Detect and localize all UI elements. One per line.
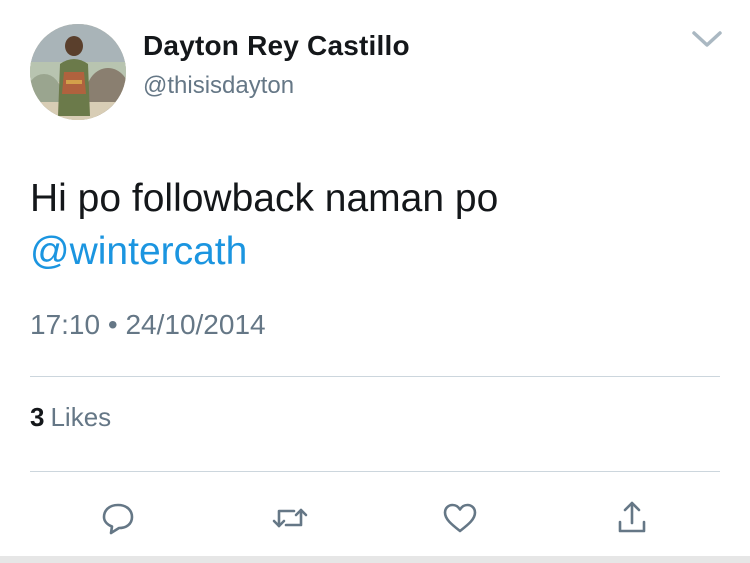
tweet-body: Hi po followback naman po: [30, 177, 499, 220]
reply-icon[interactable]: [98, 498, 138, 538]
timestamp-separator: •: [107, 309, 118, 340]
share-icon[interactable]: [612, 498, 652, 538]
author-handle[interactable]: @thisisdayton: [143, 72, 294, 100]
retweet-icon[interactable]: [270, 498, 310, 538]
tweet-time: 17:10: [30, 309, 101, 340]
avatar[interactable]: [30, 24, 126, 120]
author-name[interactable]: Dayton Rey Castillo: [143, 30, 410, 62]
chevron-down-icon[interactable]: [690, 26, 724, 52]
mention-link[interactable]: @wintercath: [30, 225, 720, 278]
timestamp[interactable]: 17:10 • 24/10/2014: [30, 309, 266, 341]
tweet-date: 24/10/2014: [125, 309, 266, 340]
likes-stat[interactable]: 3 Likes: [30, 402, 111, 433]
divider: [30, 376, 720, 377]
divider: [30, 471, 720, 472]
tweet-text: Hi po followback naman po @wintercath: [30, 172, 720, 278]
likes-label: Likes: [50, 402, 112, 432]
heart-icon[interactable]: [440, 498, 480, 538]
bottom-bar: [0, 556, 750, 563]
likes-count: 3: [30, 402, 45, 432]
